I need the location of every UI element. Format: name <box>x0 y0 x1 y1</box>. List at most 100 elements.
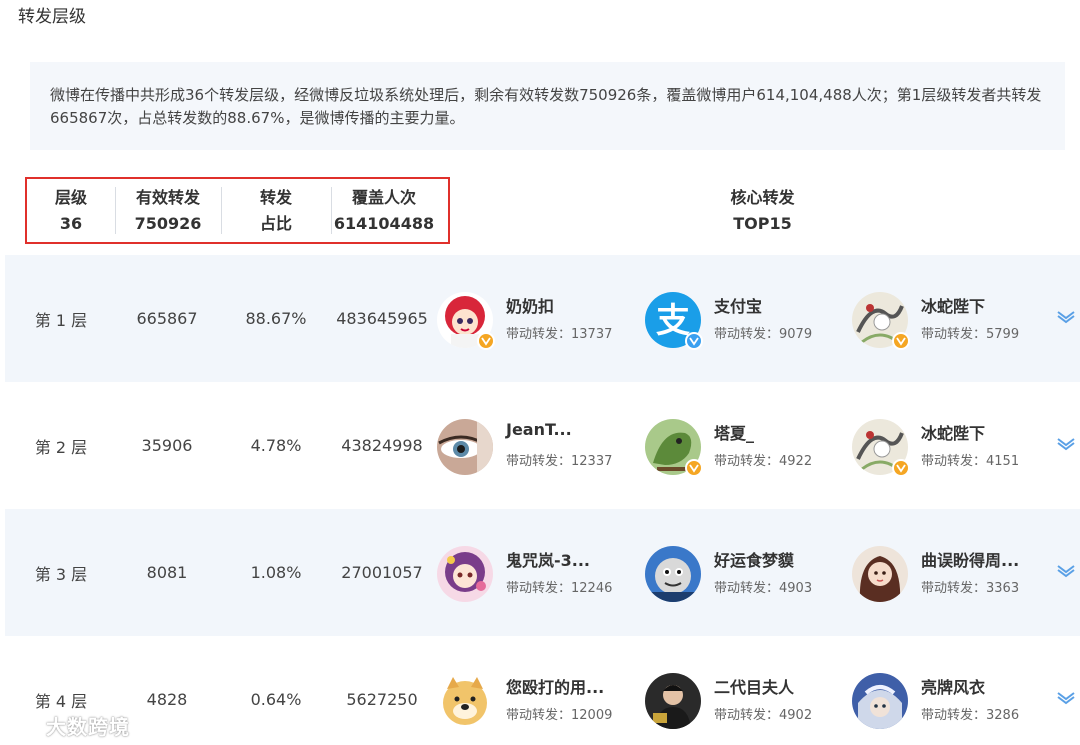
core-forward-user[interactable]: 二代目夫人带动转发：4902 <box>645 669 845 733</box>
core-forward-title: 核心转发 <box>730 188 795 207</box>
core-forward-user[interactable]: 鬼咒岚-3... 带动转发：12246 <box>437 542 637 606</box>
core-forward-user[interactable]: JeanT... 带动转发：12337 <box>437 415 637 479</box>
user-forward-stat: 带动转发：4922 <box>714 450 812 469</box>
user-forward-label: 带动转发： <box>921 454 987 469</box>
avatar[interactable] <box>852 546 908 602</box>
user-forward-count: 12009 <box>571 708 613 723</box>
header-cover-value: 614104488 <box>333 213 435 233</box>
layer-forward-count: 8081 <box>146 563 188 582</box>
user-name[interactable]: 鬼咒岚-3... <box>506 547 590 571</box>
user-forward-stat: 带动转发：3286 <box>921 704 1019 723</box>
user-forward-label: 带动转发： <box>506 708 572 723</box>
avatar[interactable] <box>437 673 493 729</box>
user-name[interactable]: 冰蛇陛下 <box>921 420 985 444</box>
header-forward-label: 有效转发 <box>135 187 200 207</box>
verified-badge-icon <box>477 332 495 350</box>
user-forward-count: 5799 <box>986 327 1020 342</box>
core-forward-user[interactable]: 奶奶扣带动转发：13737 <box>437 288 637 352</box>
user-forward-label: 带动转发： <box>921 581 987 596</box>
watermark-logo-icon <box>10 716 42 734</box>
user-name[interactable]: 亮牌风衣 <box>921 674 985 698</box>
core-forward-user[interactable]: 曲误盼得周... 带动转发：3363 <box>852 542 1052 606</box>
header-ratio: 转发 占比 <box>221 179 331 242</box>
verified-badge-icon <box>685 459 703 477</box>
user-name[interactable]: 支付宝 <box>714 293 762 317</box>
avatar[interactable] <box>645 546 701 602</box>
core-forward-user[interactable]: 塔夏_ 带动转发：4922 <box>645 415 845 479</box>
layer-forward-ratio: 88.67% <box>245 309 307 328</box>
layer-forward-count: 35906 <box>141 436 193 455</box>
layer-forward-ratio: 0.64% <box>250 690 302 709</box>
user-forward-stat: 带动转发：4902 <box>714 704 812 723</box>
expand-chevron-icon[interactable] <box>1055 559 1077 581</box>
user-name[interactable]: 您殴打的用... <box>506 674 604 698</box>
user-forward-label: 带动转发： <box>714 454 780 469</box>
user-name[interactable]: 好运食梦貘 <box>714 547 794 571</box>
user-forward-label: 带动转发： <box>714 581 780 596</box>
verified-badge-icon <box>892 459 910 477</box>
core-forward-user[interactable]: 您殴打的用... 带动转发：12009 <box>437 669 637 733</box>
user-name[interactable]: 二代目夫人 <box>714 674 794 698</box>
verified-badge-icon <box>892 332 910 350</box>
core-forward-user[interactable]: 支支付宝带动转发：9079 <box>645 288 845 352</box>
user-forward-count: 4922 <box>779 454 813 469</box>
user-forward-count: 4151 <box>986 454 1020 469</box>
user-forward-label: 带动转发： <box>506 454 572 469</box>
illustrated-girl-avatar <box>852 546 908 602</box>
stats-header: 层级 36 有效转发 750926 转发 占比 覆盖人次 614104488 <box>25 177 450 244</box>
user-forward-label: 带动转发： <box>921 708 987 723</box>
layer-forward-ratio: 4.78% <box>250 436 302 455</box>
user-name[interactable]: 奶奶扣 <box>506 293 554 317</box>
layer-forward-ratio: 1.08% <box>250 563 302 582</box>
layer-row: 第 4 层 4828 0.64% 5627250 您殴打的用... 带动转发：12009 二… <box>5 636 1080 745</box>
user-forward-label: 带动转发： <box>714 708 780 723</box>
core-forward-user[interactable]: 冰蛇陛下带动转发：5799 <box>852 288 1052 352</box>
user-forward-stat: 带动转发：12246 <box>506 577 612 596</box>
user-forward-count: 9079 <box>779 327 813 342</box>
user-name[interactable]: 塔夏_ <box>714 420 754 444</box>
avatar[interactable] <box>437 546 493 602</box>
user-forward-stat: 带动转发：3363 <box>921 577 1019 596</box>
core-forward-top: TOP15 <box>733 214 792 233</box>
avatar[interactable] <box>437 419 493 475</box>
layer-row: 第 2 层 35906 4.78% 43824998 JeanT... 带动转发：1233… <box>5 382 1080 509</box>
train-cartoon-avatar <box>645 546 701 602</box>
user-forward-stat: 带动转发：4903 <box>714 577 812 596</box>
header-level-label: 层级 <box>54 187 87 207</box>
expand-chevron-icon[interactable] <box>1055 305 1077 327</box>
user-name[interactable]: 曲误盼得周... <box>921 547 1019 571</box>
header-cover: 覆盖人次 614104488 <box>331 179 437 242</box>
layer-cover-count: 27001057 <box>341 563 423 582</box>
core-forward-user[interactable]: 好运食梦貘带动转发：4903 <box>645 542 845 606</box>
user-forward-label: 带动转发： <box>506 327 572 342</box>
user-name[interactable]: 冰蛇陛下 <box>921 293 985 317</box>
avatar[interactable] <box>645 673 701 729</box>
expand-chevron-icon[interactable] <box>1055 432 1077 454</box>
core-forward-user[interactable]: 亮牌风衣带动转发：3286 <box>852 669 1052 733</box>
layer-row: 第 3 层 8081 1.08% 27001057 鬼咒岚-3... 带动转发：12246… <box>5 509 1080 636</box>
svg-text:支: 支 <box>656 301 690 341</box>
layer-forward-count: 665867 <box>136 309 198 328</box>
layer-cover-count: 43824998 <box>341 436 423 455</box>
avatar[interactable] <box>852 673 908 729</box>
layer-cover-count: 483645965 <box>336 309 428 328</box>
user-forward-count: 4903 <box>779 581 813 596</box>
header-forward-value: 750926 <box>134 213 202 233</box>
user-forward-stat: 带动转发：13737 <box>506 323 612 342</box>
blue-character-avatar <box>852 673 908 729</box>
user-forward-label: 带动转发： <box>921 327 987 342</box>
verified-badge-icon <box>685 332 703 350</box>
anime-girl-avatar <box>437 546 493 602</box>
user-forward-label: 带动转发： <box>714 327 780 342</box>
core-forward-user[interactable]: 冰蛇陛下带动转发：4151 <box>852 415 1052 479</box>
user-name[interactable]: JeanT... <box>506 420 572 439</box>
header-cover-label: 覆盖人次 <box>351 187 416 207</box>
header-forward: 有效转发 750926 <box>115 179 221 242</box>
section-title: 转发层级 <box>18 7 86 27</box>
layer-level: 第 3 层 <box>34 564 88 584</box>
expand-chevron-icon[interactable] <box>1055 686 1077 708</box>
watermark-text: 大数跨境 <box>46 714 130 739</box>
user-forward-count: 12337 <box>571 454 613 469</box>
header-level: 层级 36 <box>27 179 115 242</box>
summary-text: 微博在传播中共形成36个转发层级，经微博反垃圾系统处理后，剩余有效转发数7509… <box>50 86 1042 127</box>
